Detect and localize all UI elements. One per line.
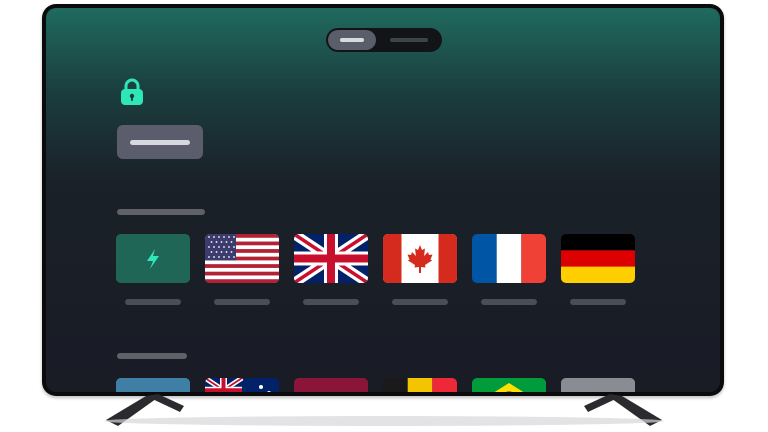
tv-stand [104, 394, 664, 426]
